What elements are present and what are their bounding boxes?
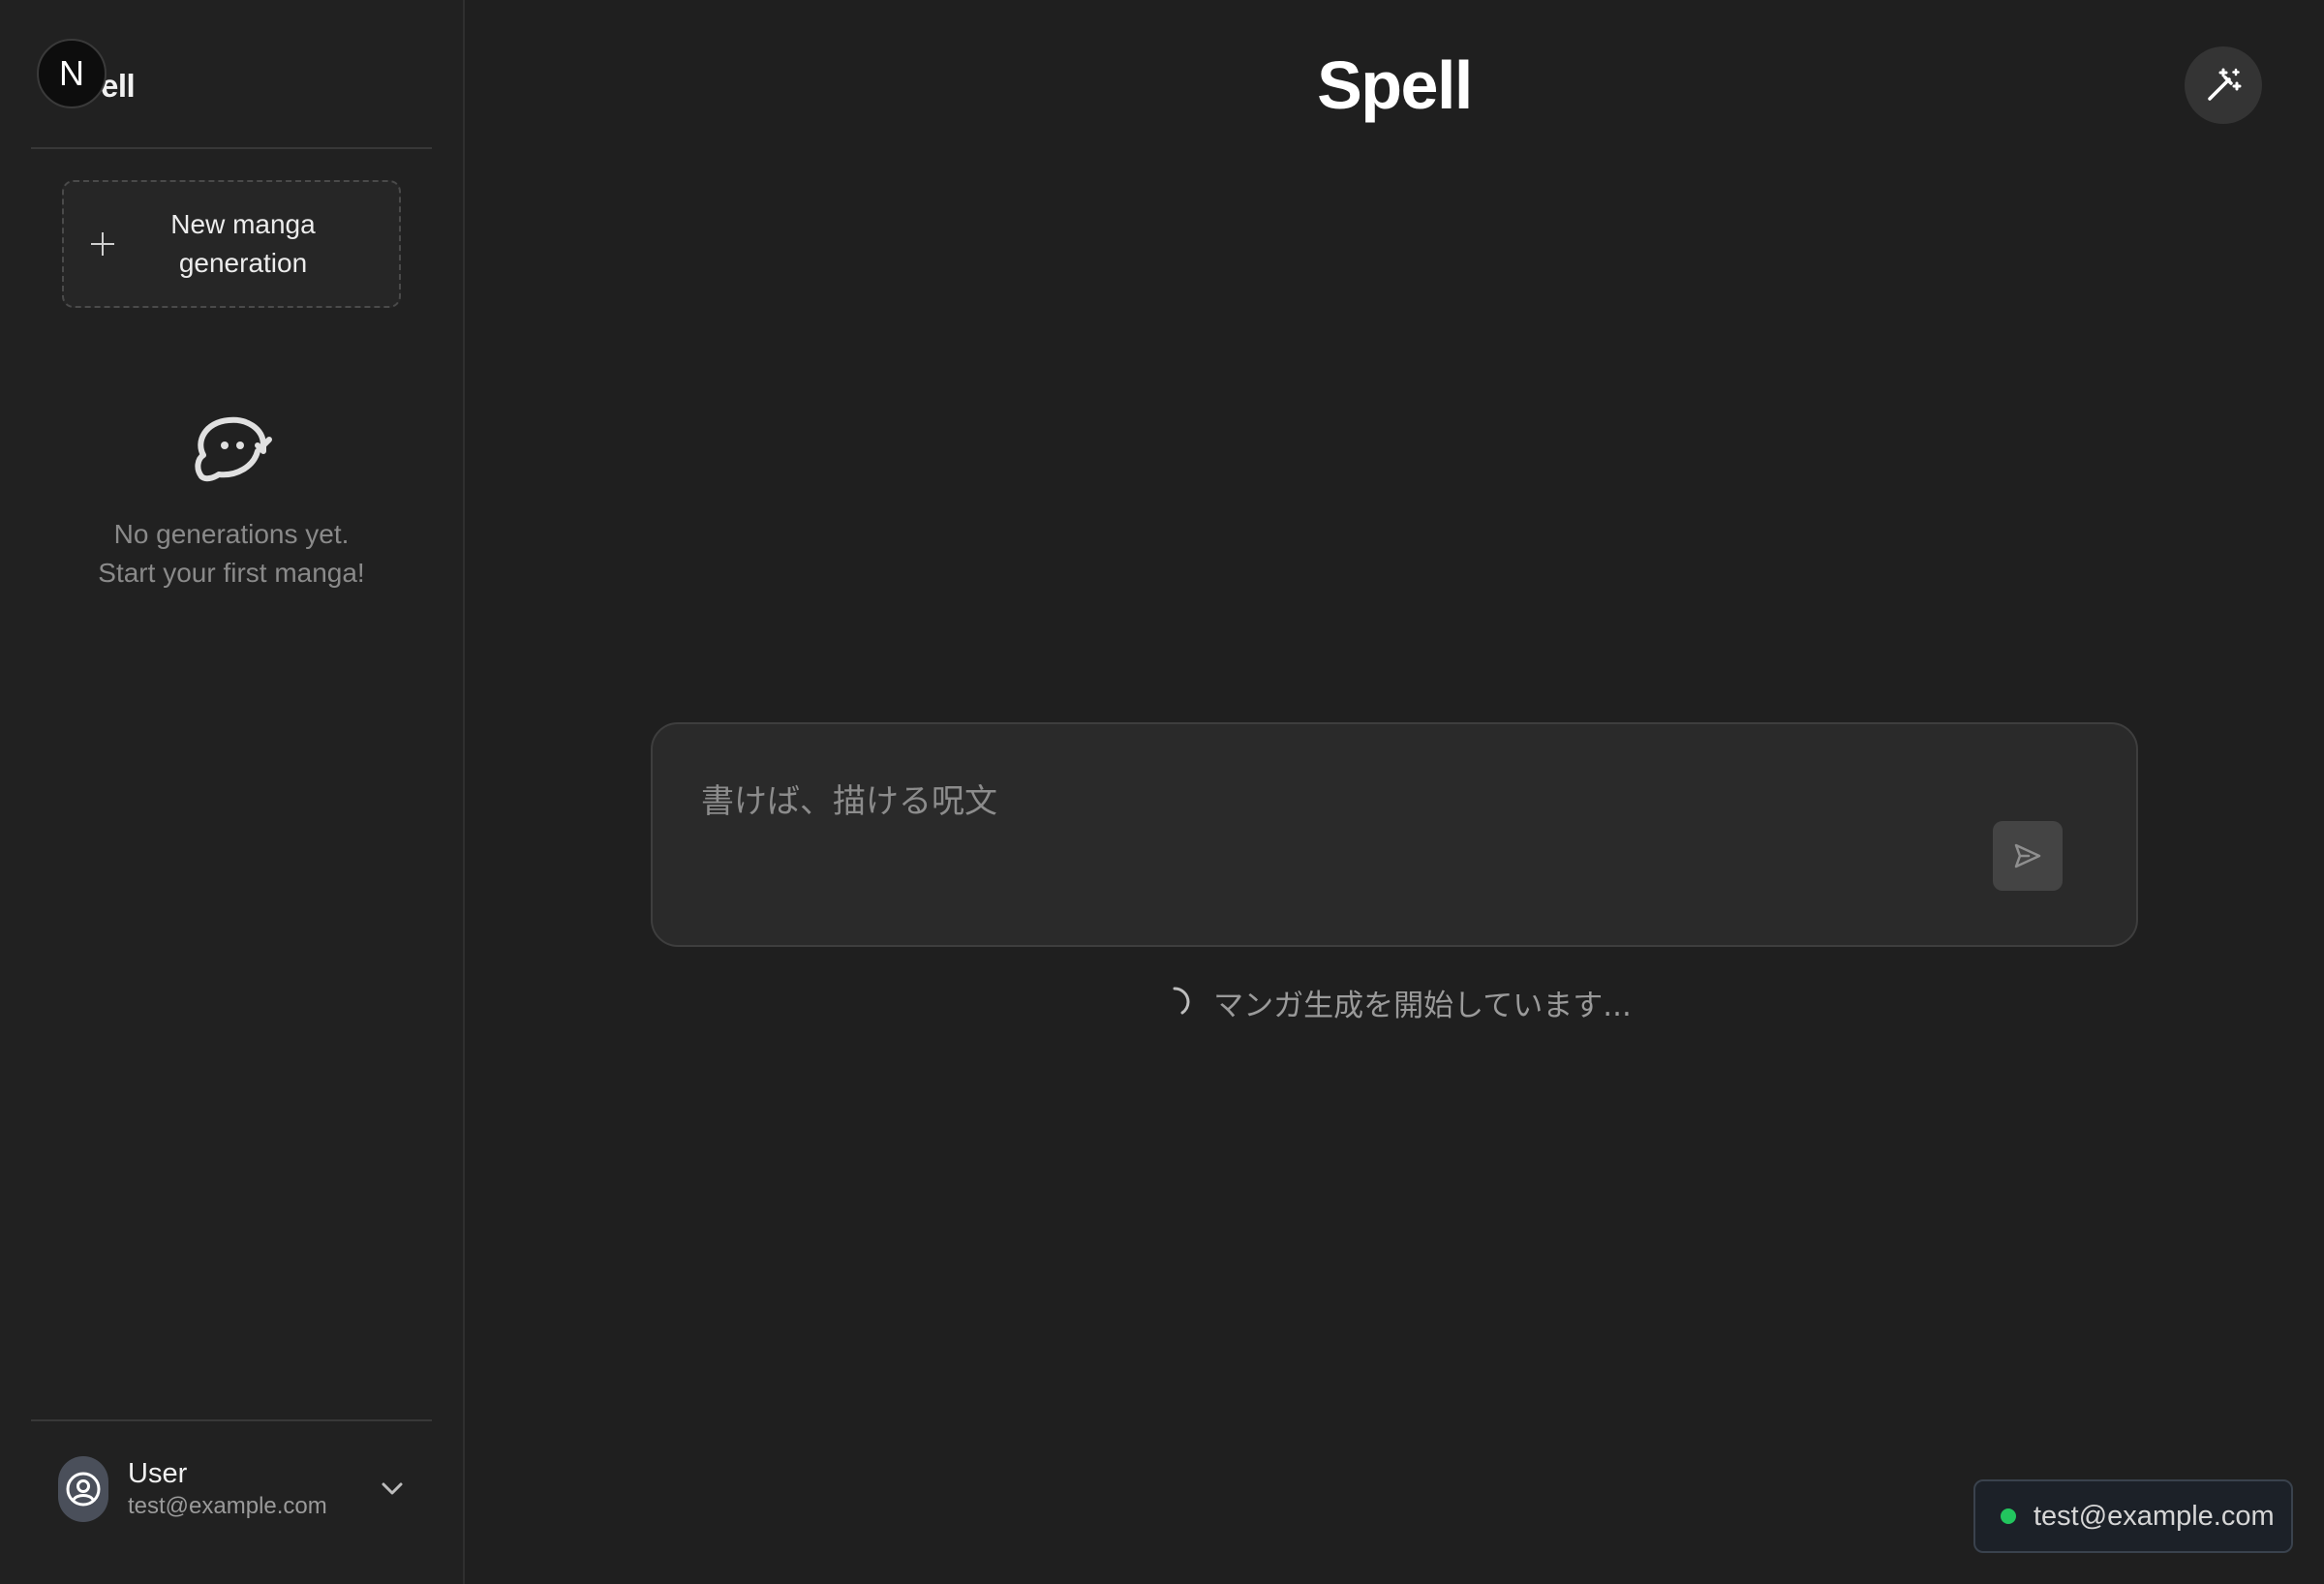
app-window: N ell New manga generation No generation… — [0, 0, 2324, 1584]
generation-status: マンガ生成を開始しています... — [465, 978, 2324, 1026]
send-icon — [2014, 843, 2041, 868]
magic-wand-button[interactable] — [2185, 46, 2262, 124]
send-button[interactable] — [1993, 821, 2063, 891]
empty-state-line-1: No generations yet. — [113, 519, 350, 549]
user-name: User — [128, 1458, 188, 1489]
new-manga-generation-label: New manga generation — [170, 209, 316, 278]
sidebar-footer: User test@example.com — [31, 1419, 432, 1584]
empty-state-line-2: Start your first manga! — [98, 558, 365, 588]
session-email: test@example.com — [2034, 1500, 2275, 1532]
sidebar: N ell New manga generation No generation… — [0, 0, 465, 1584]
new-manga-generation-button[interactable]: New manga generation — [62, 180, 401, 308]
session-badge: test@example.com — [1973, 1479, 2293, 1553]
magic-wand-icon — [2208, 68, 2242, 101]
main-content: Spell マンガ生成を開始しています... — [465, 0, 2324, 1584]
empty-state: No generations yet. Start your first man… — [31, 407, 432, 593]
prompt-input[interactable] — [699, 773, 1977, 831]
user-circle-icon — [66, 1472, 101, 1507]
page-title: Spell — [1317, 47, 1473, 123]
spinner-icon — [1173, 987, 1190, 1015]
prompt-box — [651, 722, 2138, 947]
status-text: マンガ生成を開始しています... — [1213, 988, 1632, 1023]
avatar — [58, 1456, 108, 1522]
user-menu[interactable]: User test@example.com — [58, 1456, 426, 1522]
user-email: test@example.com — [128, 1493, 327, 1519]
chevron-down-icon[interactable] — [378, 1475, 407, 1504]
online-status-dot — [2001, 1508, 2016, 1524]
user-info: User test@example.com — [128, 1456, 378, 1522]
chat-bubble-icon — [195, 416, 272, 482]
brand-badge[interactable]: N — [37, 39, 107, 108]
sidebar-header: N ell — [31, 0, 432, 149]
plus-icon — [91, 232, 114, 256]
